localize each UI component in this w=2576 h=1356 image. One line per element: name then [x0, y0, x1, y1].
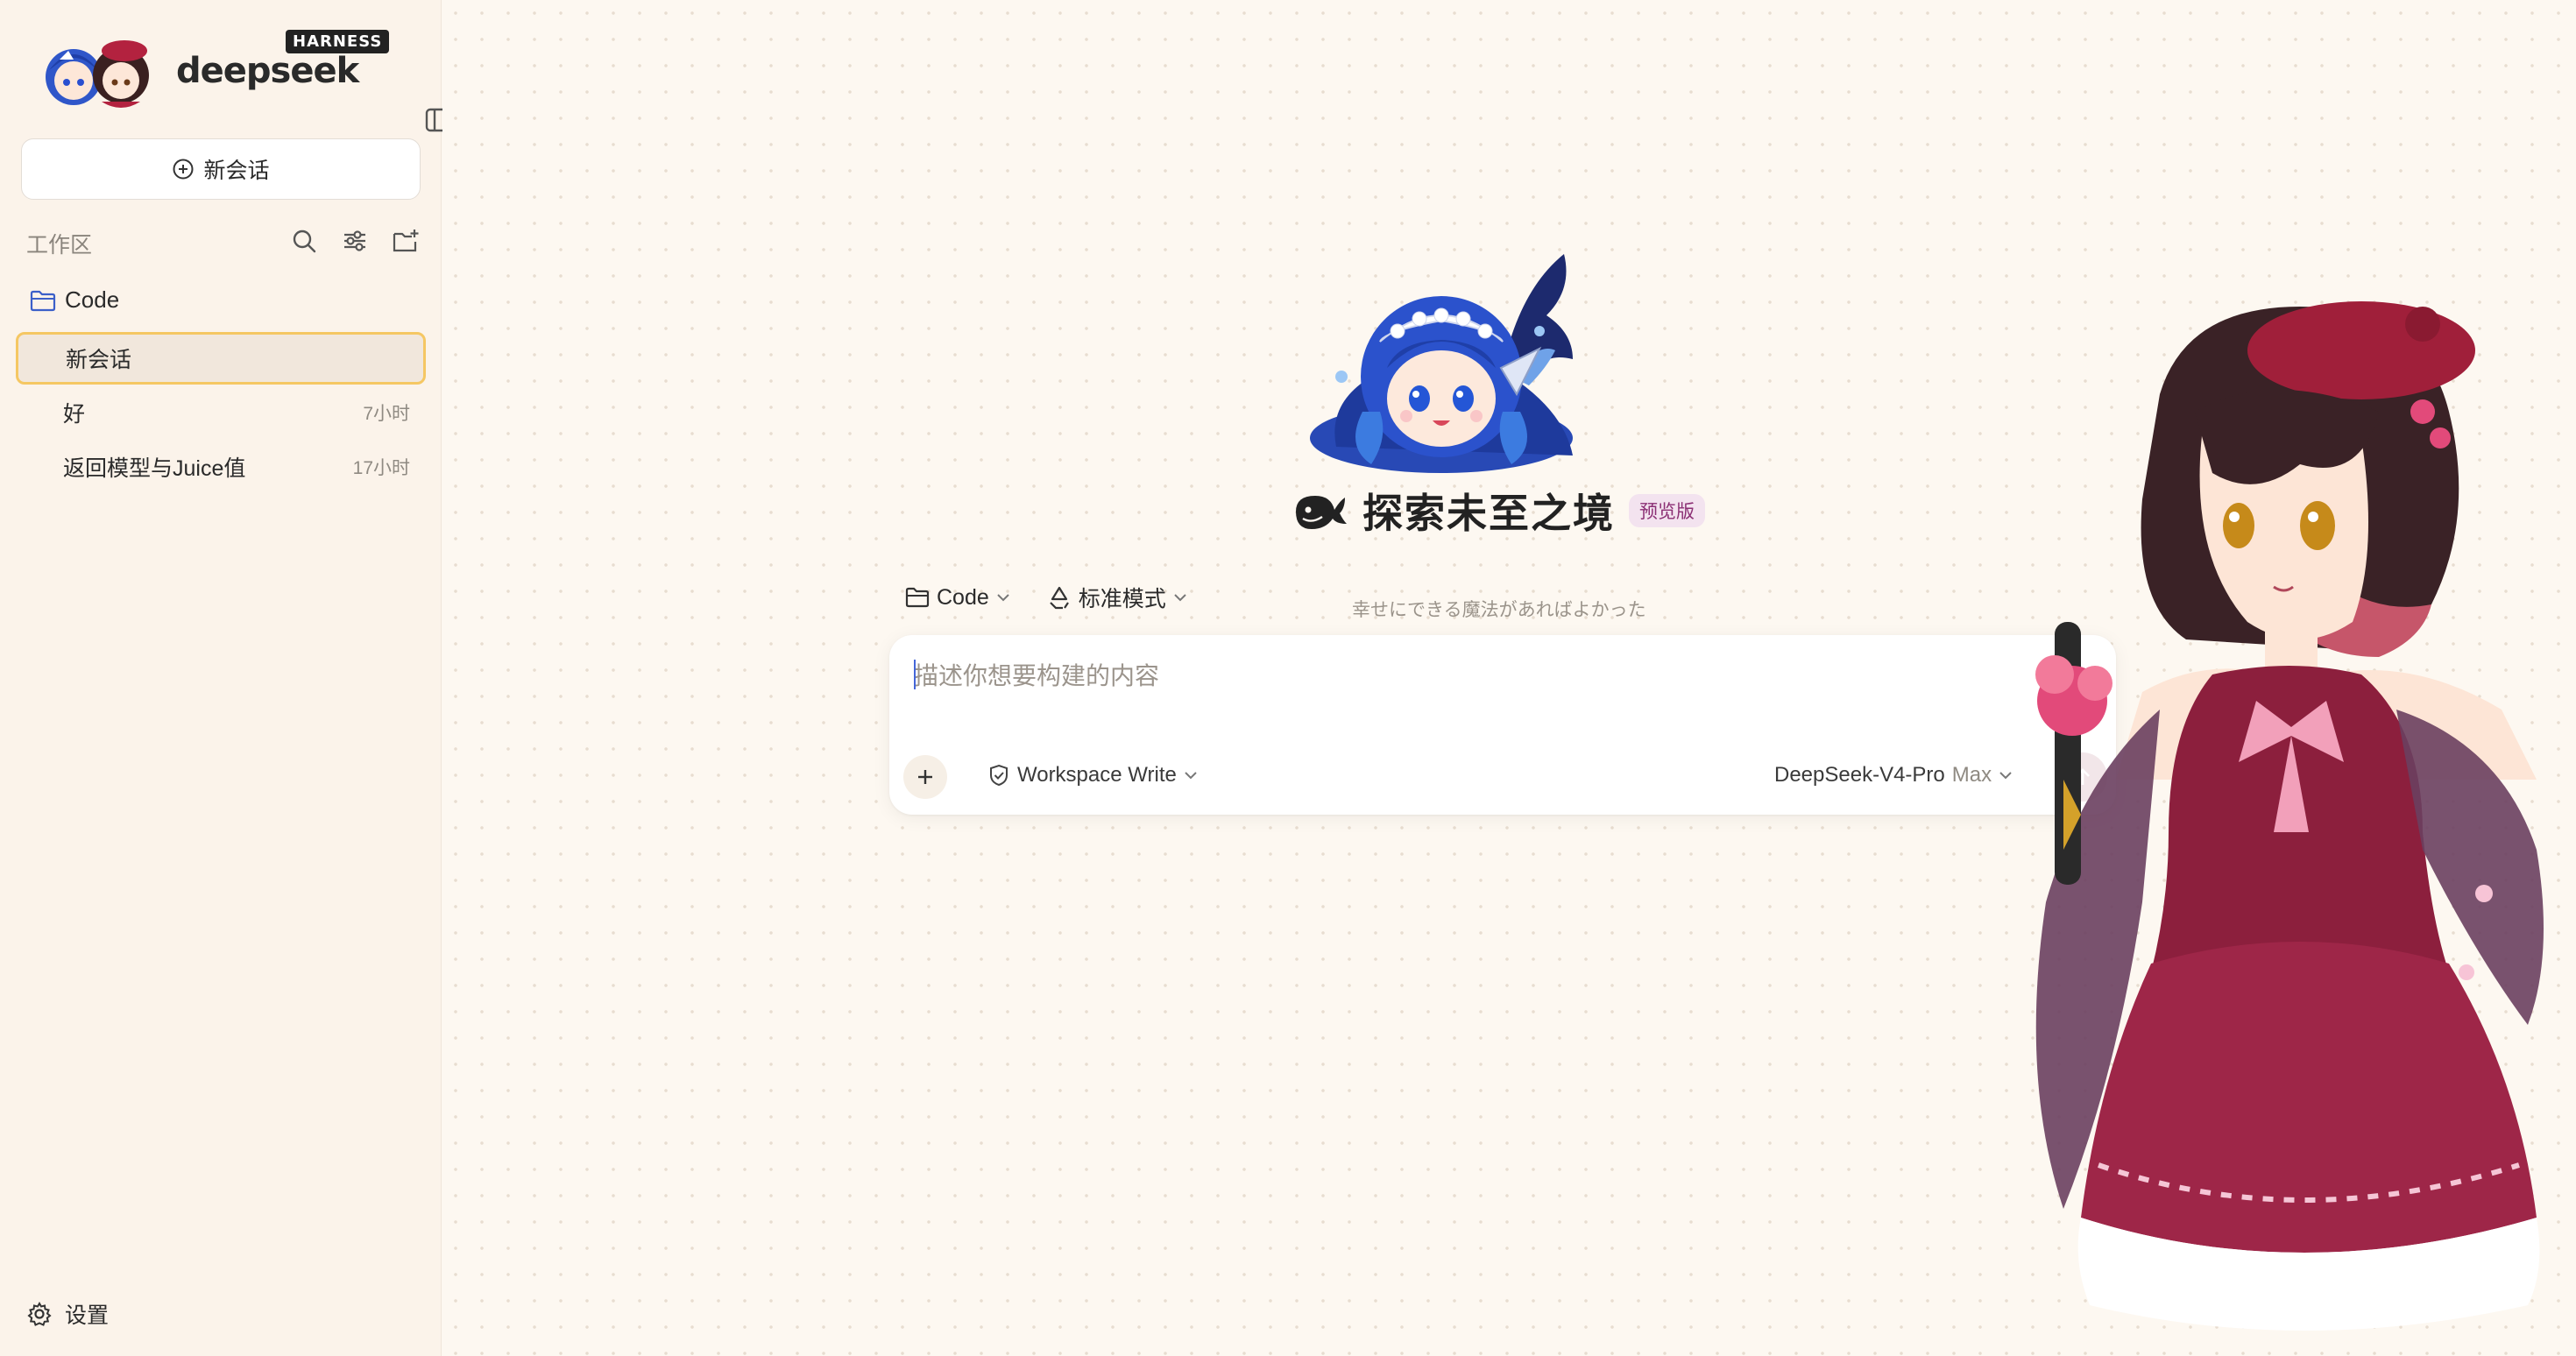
settings-label: 设置	[65, 1303, 110, 1328]
project-label: Code	[937, 584, 989, 610]
recycle-icon	[1049, 586, 1069, 610]
hero-title: 探索未至之境 预览版	[1292, 482, 1705, 540]
settings-button[interactable]: 设置	[26, 1298, 109, 1330]
session-item[interactable]: 新会话	[16, 332, 426, 385]
chevron-down-icon	[1174, 594, 1186, 602]
new-chat-label: 新会话	[203, 159, 270, 183]
session-title: 返回模型与Juice值	[63, 456, 246, 481]
folder-label: Code	[65, 286, 120, 313]
prompt-input[interactable]	[914, 654, 2053, 698]
sliders-icon[interactable]	[340, 226, 370, 256]
session-title: 新会话	[66, 348, 132, 372]
session-item[interactable]: 好 7小时	[16, 386, 426, 439]
new-chat-button[interactable]: 新会话	[21, 138, 421, 200]
folder-code[interactable]: Code	[30, 286, 119, 314]
session-time: 7小时	[363, 404, 410, 424]
workspace-tools	[289, 226, 421, 256]
whale-maid-mascot	[1310, 254, 1573, 473]
search-icon[interactable]	[289, 226, 319, 256]
model-label: DeepSeek-V4-Pro	[1774, 763, 1945, 787]
workspace-header: 工作区	[26, 226, 421, 261]
plus-circle-icon	[173, 159, 194, 180]
text-caret	[914, 660, 916, 689]
harness-badge: HARNESS	[286, 30, 390, 53]
session-time: 17小时	[352, 458, 410, 478]
character-illustration	[2035, 301, 2544, 1331]
tagline: 幸せにできる魔法があればよかった	[1352, 600, 1646, 620]
permission-label: Workspace Write	[1017, 763, 1177, 787]
brand-header: deepseek HARNESS	[40, 30, 451, 132]
chevron-down-icon	[1185, 772, 1197, 780]
whale-logo-icon	[1296, 496, 1347, 529]
permission-dropdown[interactable]: Workspace Write	[987, 763, 1198, 787]
composer-controls: Code 标准模式	[905, 582, 1187, 613]
folder-plus-icon[interactable]	[391, 226, 421, 256]
sidebar: deepseek HARNESS 新会话 工作区 Code 新会话 好 7小时 …	[0, 0, 451, 1356]
project-dropdown[interactable]: Code	[905, 585, 1010, 611]
folder-icon	[30, 290, 56, 311]
shield-check-icon	[990, 764, 1008, 787]
composer-box: Workspace Write DeepSeek-V4-Pro Max	[889, 635, 2116, 815]
hero-title-text: 探索未至之境	[1362, 491, 1615, 536]
main-area: 探索未至之境 预览版 Code 标准模式 幸せにできる魔法があればよかった 描述…	[442, 0, 2576, 1356]
gear-icon	[27, 1301, 52, 1326]
model-variant: Max	[1951, 763, 1992, 787]
session-item[interactable]: 返回模型与Juice值 17小时	[16, 441, 426, 493]
plus-icon	[918, 770, 932, 784]
session-title: 好	[63, 402, 86, 427]
preview-badge: 预览版	[1629, 494, 1705, 527]
model-dropdown[interactable]: DeepSeek-V4-Pro Max	[1774, 763, 2013, 787]
mode-label: 标准模式	[1078, 587, 1166, 611]
brand-wordmark: deepseek	[176, 51, 359, 91]
folder-icon	[905, 587, 930, 608]
mode-dropdown[interactable]: 标准模式	[1047, 582, 1187, 613]
add-attachment-button[interactable]	[903, 755, 947, 799]
workspace-label: 工作区	[26, 233, 93, 258]
brand-avatars	[46, 40, 149, 108]
chevron-down-icon	[997, 594, 1009, 602]
